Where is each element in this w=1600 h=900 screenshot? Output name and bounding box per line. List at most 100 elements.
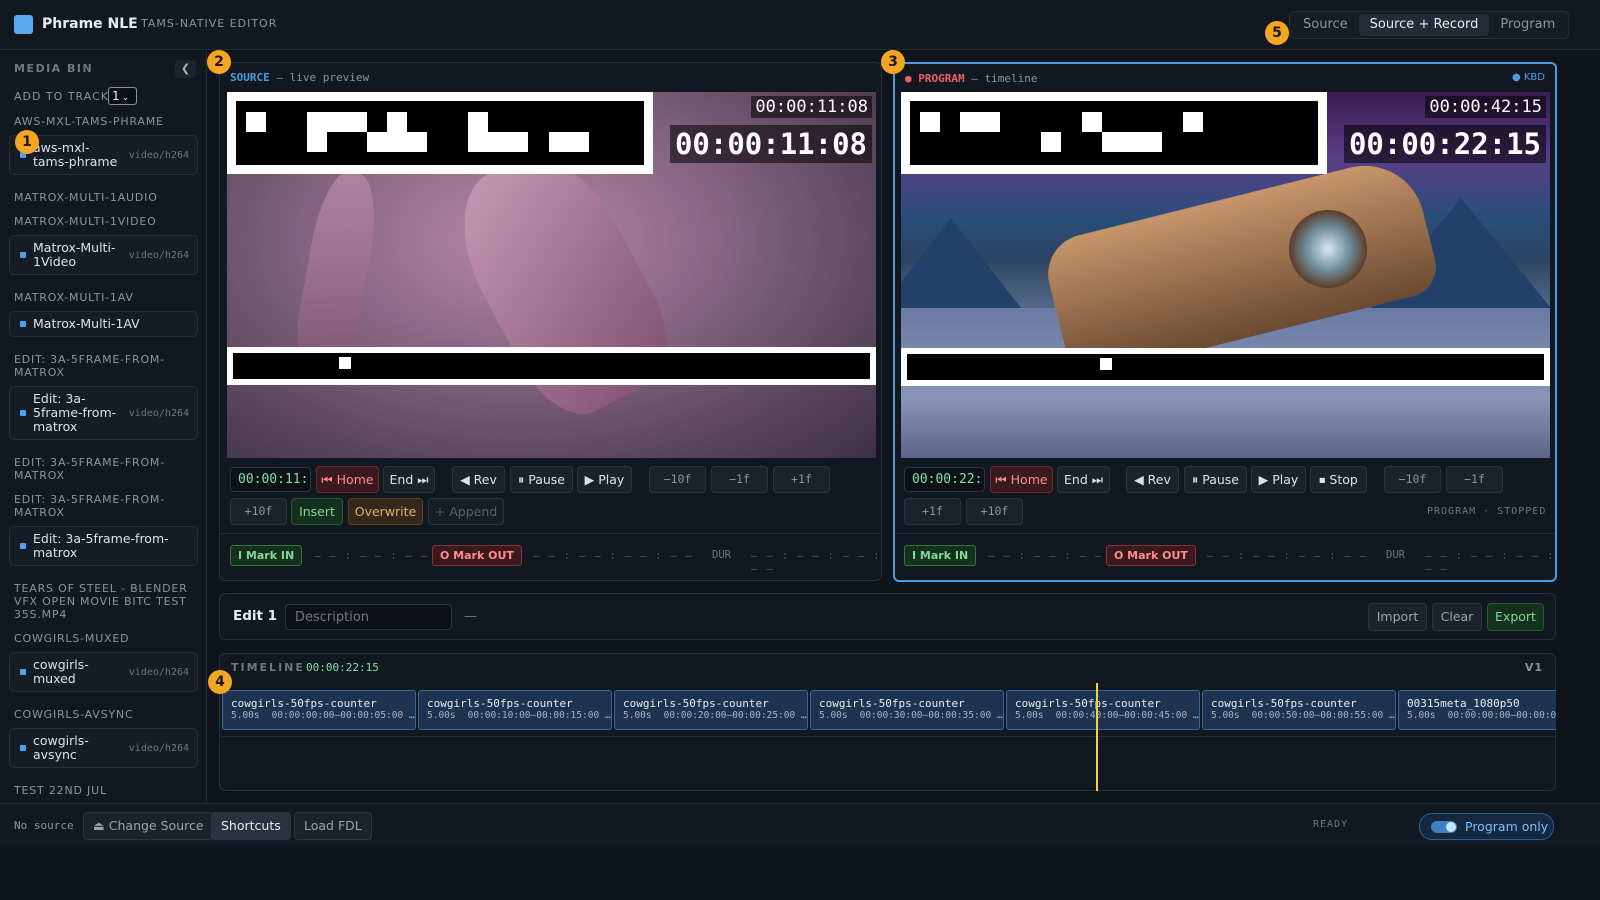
media-item-name: Edit: 3a-5frame-from-matrox (33, 531, 169, 560)
overwrite-button[interactable]: Overwrite (348, 498, 423, 525)
timeline-clip-duration: 5.00s (427, 710, 456, 721)
load-fdl-button[interactable]: Load FDL (294, 812, 372, 840)
clear-button[interactable]: Clear (1432, 603, 1482, 631)
program-pause-button[interactable]: ⏸ Pause (1184, 466, 1247, 493)
media-item-type: video/h264 (128, 742, 189, 754)
bottom-bar: No source ⏏ Change Source Shortcuts Load… (0, 803, 1600, 847)
timeline-clip-range: 00:00:00:00–00:00:05:00 (1447, 710, 1556, 721)
source-timecode-field[interactable]: 00:00:11: (230, 467, 311, 492)
media-item-dot-icon (20, 321, 26, 327)
source-minus10f-button[interactable]: −10f (649, 466, 706, 493)
source-home-button[interactable]: ⏮ Home (316, 466, 379, 493)
collapse-sidebar-icon[interactable]: ❮ (175, 60, 196, 78)
program-dur-label: DUR (1386, 549, 1405, 561)
media-item[interactable]: Edit: 3a-5frame-from-matrox video/h264 (9, 386, 198, 440)
timeline-clip-name: cowgirls-50fps-counter (427, 697, 573, 710)
append-button[interactable]: + Append (428, 498, 504, 525)
playhead[interactable] (1096, 683, 1098, 791)
program-timecode-overlay-big: 00:00:22:15 (1343, 125, 1546, 163)
add-to-track-select[interactable]: 1 ⌄ (108, 87, 137, 105)
program-timecode-overlay-small: 00:00:42:15 (1425, 96, 1546, 118)
source-end-button[interactable]: End ⏭ (383, 466, 435, 493)
program-mark-in-button[interactable]: I Mark IN (904, 545, 977, 566)
media-item-type: video/h264 (128, 249, 189, 261)
timeline-clip-duration: 5.00s (1211, 710, 1240, 721)
media-item[interactable]: Matrox-Multi-1AV (9, 311, 198, 337)
source-plus10f-button[interactable]: +10f (230, 498, 287, 525)
timeline-clip-meta: 5.00s 00:00:20:00–00:00:25:00 … (623, 710, 807, 722)
program-only-toggle[interactable]: Program only (1419, 813, 1554, 840)
program-home-button[interactable]: ⏮ Home (990, 466, 1053, 493)
media-item[interactable]: Matrox-Multi-1Video video/h264 (9, 235, 198, 275)
insert-button[interactable]: Insert (291, 498, 343, 525)
program-play-button[interactable]: ▶ Play (1251, 466, 1306, 493)
source-mark-in-button[interactable]: I Mark IN (230, 545, 303, 566)
program-end-button[interactable]: End ⏭ (1057, 466, 1110, 493)
program-plus1f-button[interactable]: +1f (904, 498, 961, 525)
timeline-track-v1: cowgirls-50fps-counter 5.00s 00:00:00:00–0… (221, 688, 1556, 734)
source-play-button[interactable]: ▶ Play (577, 466, 632, 493)
bitc-box (227, 92, 653, 174)
timeline-clip[interactable]: cowgirls-50fps-counter 5.00s 00:00:20:00–0… (614, 690, 808, 730)
import-button[interactable]: Import (1368, 603, 1427, 631)
bitc-block (1183, 112, 1203, 132)
timeline-clip-duration: 5.00s (231, 710, 260, 721)
program-rev-button[interactable]: ◀ Rev (1126, 466, 1179, 493)
timeline-clip[interactable]: cowgirls-50fps-counter 5.00s 00:00:10:00–0… (418, 690, 612, 730)
export-button[interactable]: Export (1487, 603, 1544, 631)
callout-badge-1: 1 (15, 130, 39, 154)
media-item[interactable]: Edit: 3a-5frame-from-matrox (9, 526, 198, 566)
top-bar: Phrame NLE TAMS-NATIVE EDITOR Source Sou… (0, 0, 1600, 50)
bitc-block (468, 132, 528, 152)
shortcuts-button[interactable]: Shortcuts (211, 812, 291, 840)
edit-name[interactable]: Edit 1 (233, 608, 277, 624)
media-item[interactable]: cowgirls-avsync video/h264 (9, 728, 198, 768)
media-item-name: Edit: 3a-5frame-from-matrox (33, 391, 117, 434)
timeline-clip[interactable]: cowgirls-50fps-counter 5.00s 00:00:40:00–0… (1006, 690, 1200, 730)
source-minus1f-button[interactable]: −1f (711, 466, 768, 493)
mode-source-record-button[interactable]: Source + Record (1358, 14, 1490, 36)
timeline-label: TIMELINE (231, 661, 305, 674)
media-group-label: MATROX-MULTI-1AV (14, 291, 134, 304)
timeline-clip-range: 00:00:50:00–00:00:55:00 … (1251, 710, 1395, 721)
bitc-box (901, 92, 1327, 174)
program-minus10f-button[interactable]: −10f (1384, 466, 1441, 493)
bitc-inner (910, 101, 1318, 165)
program-live-dot-icon: ● (905, 72, 912, 85)
timeline-clip[interactable]: cowgirls-50fps-counter 5.00s 00:00:00:00–0… (222, 690, 416, 730)
source-rev-button[interactable]: ◀ Rev (452, 466, 505, 493)
chevron-down-icon: ⌄ (121, 93, 130, 103)
bitc-block (387, 112, 407, 132)
source-dur-value: — — : — — : — — : — — (751, 549, 881, 575)
mode-program-button[interactable]: Program (1489, 14, 1566, 36)
program-minus1f-button[interactable]: −1f (1446, 466, 1503, 493)
program-mark-out-button[interactable]: O Mark OUT (1106, 545, 1196, 566)
bitc-block (920, 112, 940, 132)
source-bar-marker (339, 357, 351, 369)
timeline-clip-range: 00:00:40:00–00:00:45:00 … (1055, 710, 1199, 721)
bitc-block (1041, 132, 1061, 152)
program-divider (895, 533, 1555, 534)
media-item[interactable]: cowgirls-muxed video/h264 (9, 652, 198, 692)
change-source-button[interactable]: ⏏ Change Source (83, 812, 214, 840)
logo-icon (14, 15, 33, 34)
mode-source-button[interactable]: Source (1292, 14, 1359, 36)
source-monitor: SOURCE — live preview 00:00:11:08 00:00:… (219, 62, 882, 581)
program-stop-button[interactable]: ⏹ Stop (1310, 466, 1367, 493)
source-dur-label: DUR (712, 549, 731, 561)
media-item-dot-icon (20, 252, 26, 258)
callout-badge-2: 2 (207, 50, 231, 74)
source-plus1f-button[interactable]: +1f (773, 466, 830, 493)
source-mark-out-button[interactable]: O Mark OUT (432, 545, 522, 566)
timeline-clip[interactable]: 00315meta_1080p50 5.00s 00:00:00:00–00:00:… (1398, 690, 1556, 730)
track-label: V1 (1524, 661, 1543, 674)
timeline-clip[interactable]: cowgirls-50fps-counter 5.00s 00:00:30:00–0… (810, 690, 1004, 730)
timeline-clip[interactable]: cowgirls-50fps-counter 5.00s 00:00:50:00–0… (1202, 690, 1396, 730)
horse-leg-shape-2 (290, 168, 384, 376)
source-pause-button[interactable]: ⏸ Pause (510, 466, 573, 493)
program-plus10f-button[interactable]: +10f (966, 498, 1023, 525)
callout-badge-3: 3 (881, 50, 905, 74)
toggle-switch-icon (1431, 821, 1457, 833)
program-timecode-field[interactable]: 00:00:22: (904, 467, 985, 492)
description-input[interactable] (285, 604, 452, 630)
